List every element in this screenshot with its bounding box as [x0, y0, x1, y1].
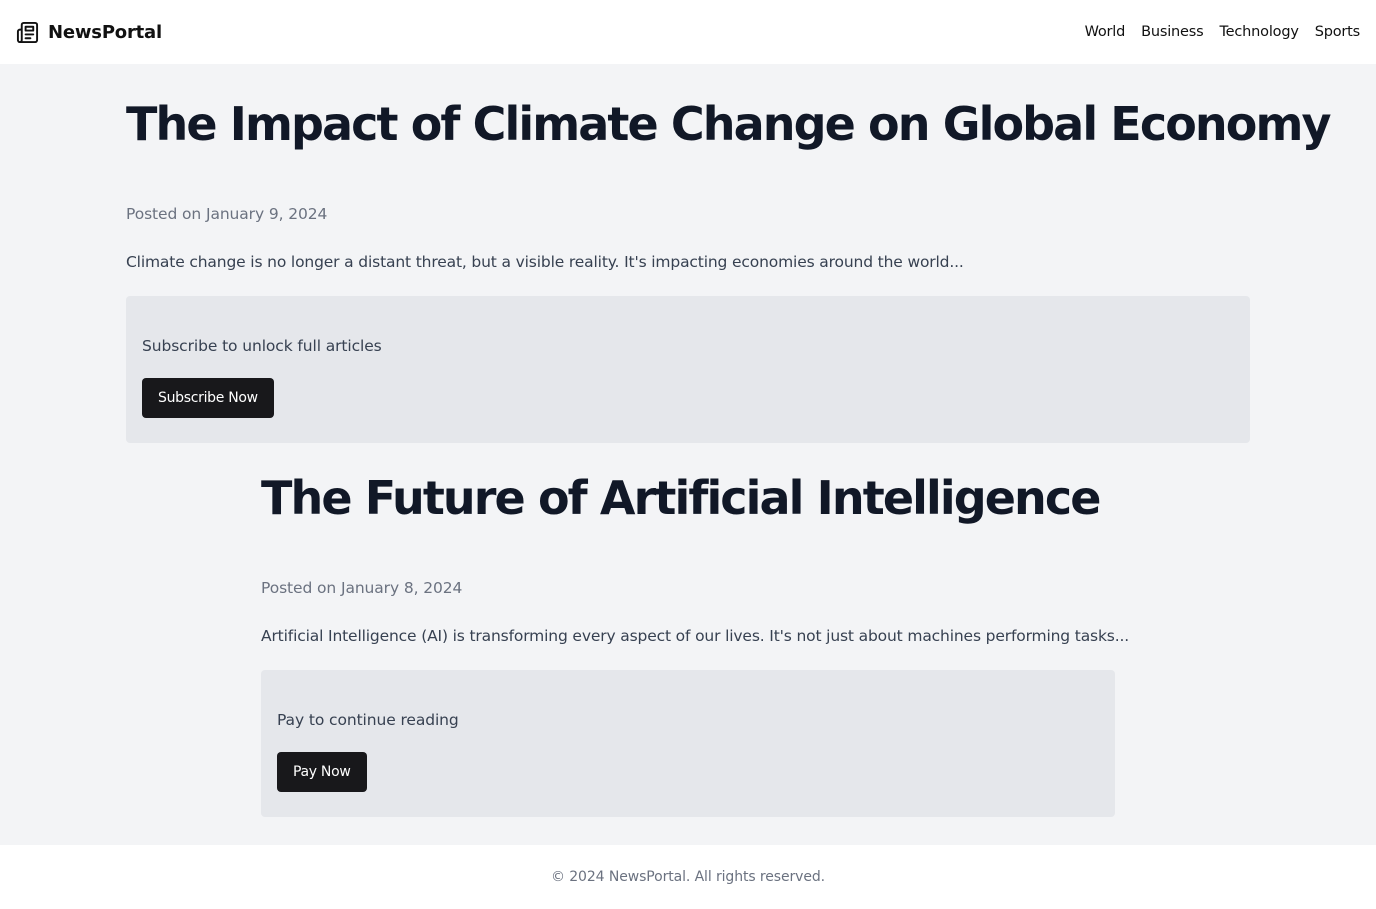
subscribe-button[interactable]: Subscribe Now	[142, 378, 274, 418]
copyright-text: © 2024 NewsPortal. All rights reserved.	[551, 869, 825, 885]
paywall-box: Pay to continue reading Pay Now	[261, 670, 1115, 817]
article-date: Posted on January 8, 2024	[261, 579, 463, 597]
article-card: The Future of Artificial Intelligence Po…	[261, 438, 1130, 817]
article-title[interactable]: The Impact of Climate Change on Global E…	[126, 96, 1331, 152]
newspaper-icon	[16, 21, 39, 44]
paywall-message: Pay to continue reading	[277, 711, 459, 729]
site-header: NewsPortal World Business Technology Spo…	[0, 0, 1376, 64]
article-date: Posted on January 9, 2024	[126, 205, 328, 223]
article-card: The Impact of Climate Change on Global E…	[126, 64, 1331, 443]
article-excerpt: Artificial Intelligence (AI) is transfor…	[261, 627, 1130, 645]
brand[interactable]: NewsPortal	[16, 21, 162, 44]
article-excerpt: Climate change is no longer a distant th…	[126, 253, 964, 271]
nav-link-technology[interactable]: Technology	[1219, 24, 1298, 40]
main-nav: World Business Technology Sports	[1085, 24, 1361, 40]
nav-link-business[interactable]: Business	[1141, 24, 1204, 40]
nav-link-sports[interactable]: Sports	[1315, 24, 1360, 40]
brand-name: NewsPortal	[48, 21, 162, 43]
pay-button[interactable]: Pay Now	[277, 752, 367, 792]
article-title[interactable]: The Future of Artificial Intelligence	[261, 470, 1115, 526]
paywall-message: Subscribe to unlock full articles	[142, 337, 382, 355]
site-footer: © 2024 NewsPortal. All rights reserved.	[0, 845, 1376, 909]
paywall-box: Subscribe to unlock full articles Subscr…	[126, 296, 1250, 443]
nav-link-world[interactable]: World	[1085, 24, 1126, 40]
